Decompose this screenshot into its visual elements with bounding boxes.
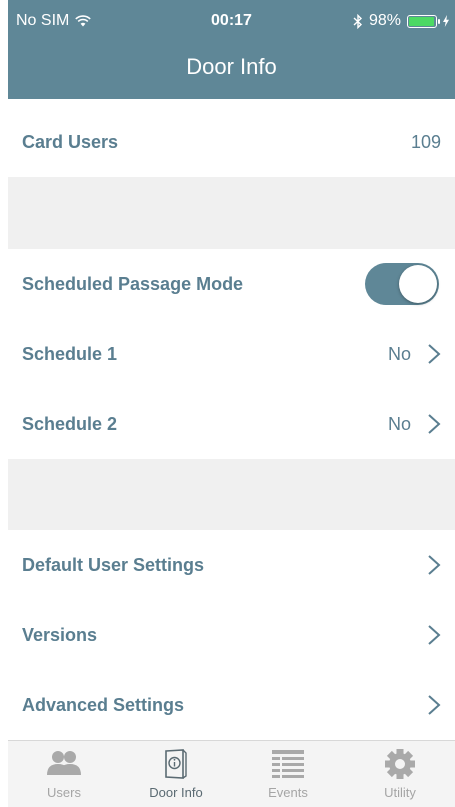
card-users-row: Card Users 109 bbox=[8, 107, 455, 177]
battery-fill bbox=[409, 16, 435, 26]
tab-utility-label: Utility bbox=[384, 785, 416, 800]
schedule-2-label: Schedule 2 bbox=[22, 413, 118, 434]
battery-icon bbox=[407, 14, 440, 28]
chevron-right-icon bbox=[428, 414, 441, 434]
schedule-2-value: No bbox=[387, 413, 411, 434]
battery-cap bbox=[438, 18, 440, 24]
versions-label: Versions bbox=[22, 624, 98, 645]
users-icon bbox=[47, 751, 81, 775]
bluetooth-icon bbox=[353, 13, 362, 29]
default-user-settings-row[interactable]: Default User Settings bbox=[8, 530, 455, 600]
chevron-right-icon bbox=[428, 555, 441, 575]
schedule-1-label: Schedule 1 bbox=[22, 343, 118, 364]
tab-bar: Users Door Info Events Utility bbox=[8, 740, 455, 807]
advanced-settings-row[interactable]: Advanced Settings bbox=[8, 670, 455, 740]
section-separator bbox=[8, 177, 455, 249]
app-frame: No SIM 00:17 98% Door Info Card Users 10… bbox=[8, 0, 455, 807]
gear-icon bbox=[385, 749, 415, 779]
charging-icon bbox=[443, 15, 449, 27]
advanced-settings-label: Advanced Settings bbox=[22, 694, 185, 715]
section-separator bbox=[8, 459, 455, 530]
tab-users[interactable]: Users bbox=[8, 749, 120, 800]
chevron-right-icon bbox=[428, 344, 441, 364]
toggle-knob bbox=[399, 265, 437, 303]
events-icon bbox=[272, 750, 304, 778]
schedule-1-value: No bbox=[387, 343, 411, 364]
scheduled-passage-row: Scheduled Passage Mode bbox=[8, 249, 455, 319]
scheduled-passage-label: Scheduled Passage Mode bbox=[22, 273, 244, 294]
tab-events-label: Events bbox=[268, 785, 308, 800]
default-user-settings-label: Default User Settings bbox=[22, 554, 205, 575]
tab-utility[interactable]: Utility bbox=[344, 749, 455, 800]
tab-door-info-label: Door Info bbox=[149, 785, 203, 800]
page-title: Door Info bbox=[186, 54, 277, 79]
scheduled-passage-toggle[interactable] bbox=[365, 263, 439, 305]
chevron-right-icon bbox=[428, 695, 441, 715]
header: No SIM 00:17 98% Door Info bbox=[8, 0, 455, 99]
schedule-1-row[interactable]: Schedule 1 No bbox=[8, 319, 455, 389]
status-right: 98% bbox=[353, 12, 449, 30]
card-users-count: 109 bbox=[410, 131, 441, 152]
door-info-icon bbox=[165, 749, 187, 779]
tab-events[interactable]: Events bbox=[232, 749, 344, 800]
versions-row[interactable]: Versions bbox=[8, 600, 455, 670]
status-bar: No SIM 00:17 98% bbox=[8, 0, 455, 40]
tab-door-info[interactable]: Door Info bbox=[120, 749, 232, 800]
chevron-right-icon bbox=[428, 625, 441, 645]
battery-percent: 98% bbox=[368, 12, 401, 29]
tab-users-label: Users bbox=[47, 785, 81, 800]
card-users-label: Card Users bbox=[22, 131, 119, 152]
schedule-2-row[interactable]: Schedule 2 No bbox=[8, 389, 455, 459]
